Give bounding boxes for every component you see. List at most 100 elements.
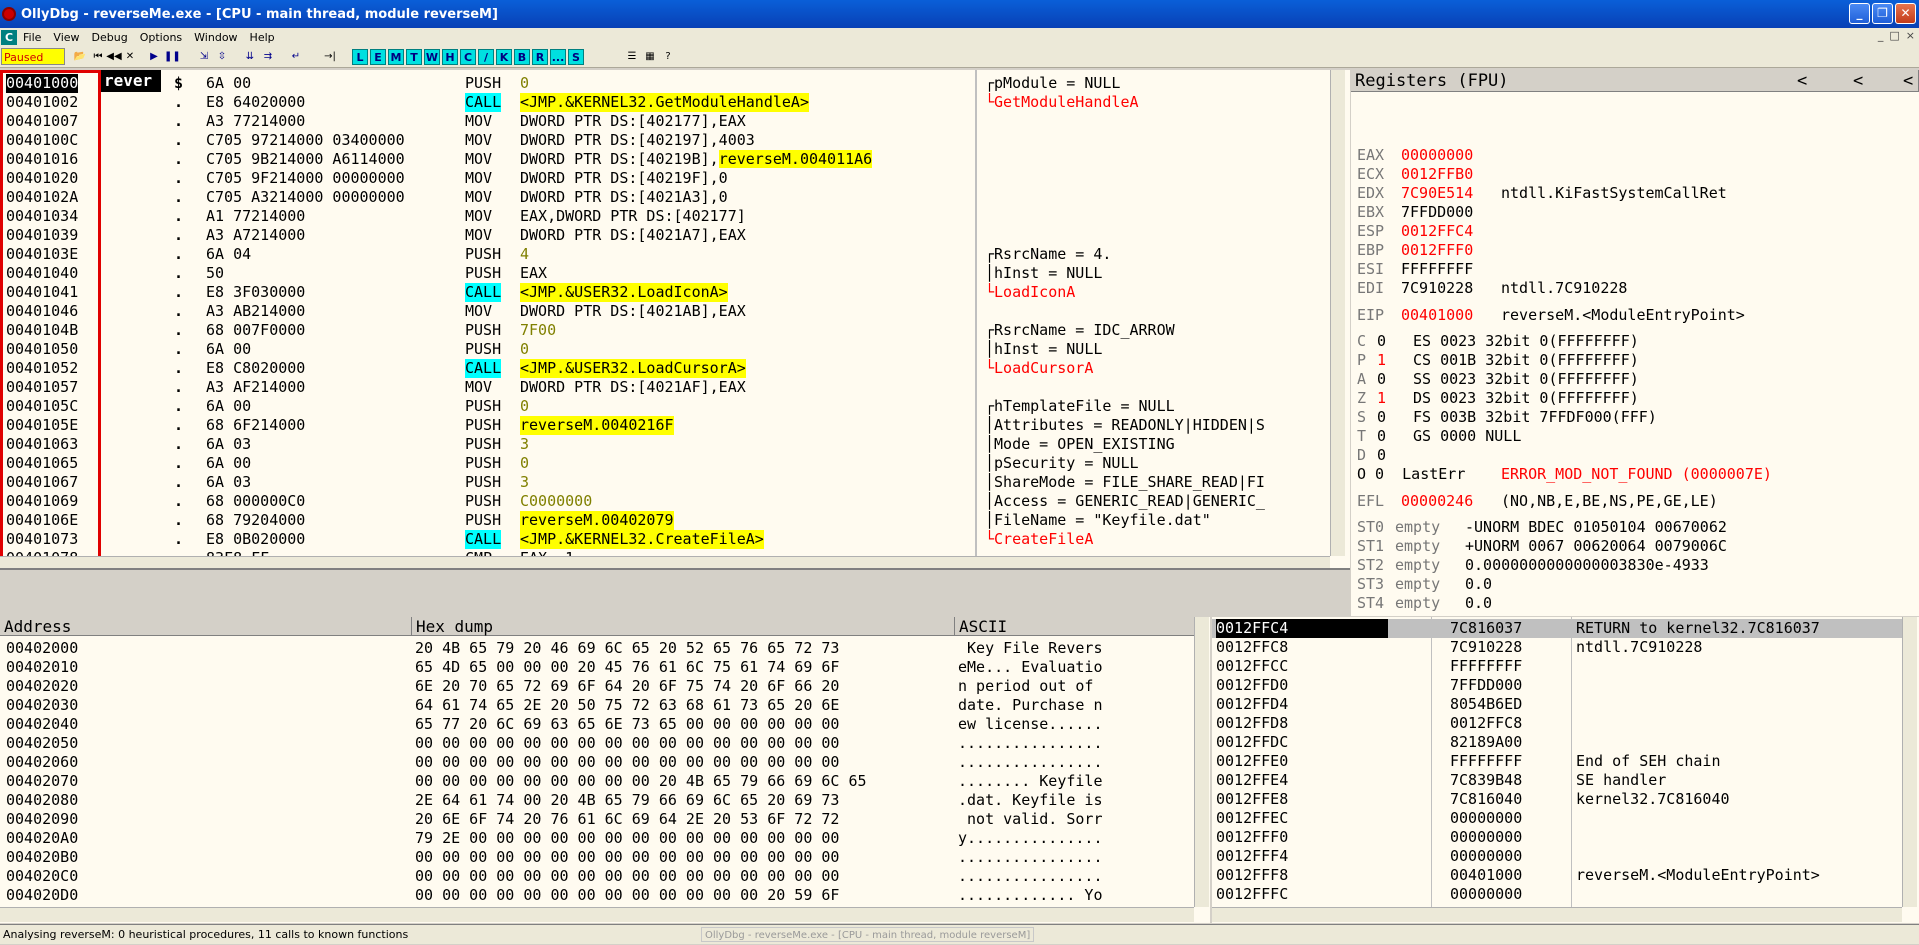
mdi-restore-button[interactable]: □ <box>1889 29 1899 42</box>
modules-window-button[interactable]: E <box>370 49 386 65</box>
dump-row[interactable]: 00402020 6E 20 70 65 72 69 6F 64 20 6F 75… <box>0 677 1194 696</box>
register-value[interactable]: 0012FFC4 <box>1401 222 1473 241</box>
stack-address[interactable]: 0012FFF4 <box>1216 847 1288 866</box>
menu-view[interactable]: View <box>47 31 85 44</box>
list-icon[interactable]: ☰ <box>624 49 640 65</box>
stack-pane[interactable]: 0012FFC4 7C816037 RETURN to kernel32.7C816… <box>1212 617 1919 923</box>
run-trace-window-button[interactable]: ... <box>550 49 566 65</box>
register-value[interactable]: 0012FFB0 <box>1401 165 1473 184</box>
disasm-address[interactable]: 00401052 <box>6 359 78 378</box>
stack-row[interactable]: 0012FFF4 00000000 <box>1212 847 1902 866</box>
trace-into-icon[interactable]: ⇊ <box>242 49 258 65</box>
stack-row[interactable]: 0012FFF0 00000000 <box>1212 828 1902 847</box>
minimize-button[interactable]: _ <box>1849 3 1870 24</box>
patches-window-button[interactable]: / <box>478 49 494 65</box>
breakpoints-window-button[interactable]: B <box>514 49 530 65</box>
disasm-address[interactable]: 0040103E <box>6 245 78 264</box>
cpu-window-icon[interactable]: C <box>1 29 17 45</box>
flag-value[interactable]: 1 <box>1377 351 1386 370</box>
menu-options[interactable]: Options <box>134 31 188 44</box>
disasm-address[interactable]: 0040102A <box>6 188 78 207</box>
call-stack-window-button[interactable]: K <box>496 49 512 65</box>
disasm-address[interactable]: 00401046 <box>6 302 78 321</box>
flag-line[interactable]: S 0 FS 003B 32bit 7FFDF000(FFF) <box>1357 408 1917 427</box>
stack-address[interactable]: 0012FFC4 <box>1216 619 1389 638</box>
dump-row[interactable]: 00402080 2E 64 61 74 00 20 4B 65 79 66 69… <box>0 791 1194 810</box>
stack-address[interactable]: 0012FFD0 <box>1216 676 1288 695</box>
disasm-address[interactable]: 00401069 <box>6 492 78 511</box>
disasm-address[interactable]: 00401039 <box>6 226 78 245</box>
stack-address[interactable]: 0012FFD4 <box>1216 695 1288 714</box>
dump-row[interactable]: 00402050 00 00 00 00 00 00 00 00 00 00 00… <box>0 734 1194 753</box>
flag-value[interactable]: 0 <box>1377 370 1386 389</box>
stack-address[interactable]: 0012FFD8 <box>1216 714 1288 733</box>
fpu-register-line[interactable]: ST1 empty +UNORM 0067 00620064 0079006C <box>1357 537 1917 556</box>
close-program-icon[interactable]: ✕ <box>122 49 138 65</box>
disasm-row[interactable]: 00401057. A3 AF214000 MOV DWORD PTR DS:[402… <box>0 378 970 397</box>
register-line[interactable]: ESP 0012FFC4 <box>1357 222 1917 241</box>
dump-row[interactable]: 004020B0 00 00 00 00 00 00 00 00 00 00 00… <box>0 848 1194 867</box>
disasm-address[interactable]: 00401034 <box>6 207 78 226</box>
menu-window[interactable]: Window <box>188 31 243 44</box>
fpu-value[interactable]: 0.0000000000000003830e-4933 <box>1465 556 1709 575</box>
dump-row[interactable]: 004020D0 00 00 00 00 00 00 00 00 00 00 00… <box>0 886 1194 905</box>
flag-value[interactable]: 0 <box>1377 446 1386 465</box>
stack-address[interactable]: 0012FFF0 <box>1216 828 1288 847</box>
source-window-button[interactable]: S <box>568 49 584 65</box>
disasm-row[interactable]: 00401067. 6A 03 PUSH 3 <box>0 473 970 492</box>
disasm-row[interactable]: 00401069. 68 000000C0 PUSH C0000000 <box>0 492 970 511</box>
menu-debug[interactable]: Debug <box>86 31 134 44</box>
dump-row[interactable]: 004020A0 79 2E 00 00 00 00 00 00 00 00 00… <box>0 829 1194 848</box>
stack-address[interactable]: 0012FFDC <box>1216 733 1288 752</box>
stack-address[interactable]: 0012FFEC <box>1216 809 1288 828</box>
register-value[interactable]: 0012FFF0 <box>1401 241 1473 260</box>
menu-file[interactable]: File <box>17 31 47 44</box>
disasm-row[interactable]: 0040102A. C705 A3214000 00000000 MOV DWORD … <box>0 188 970 207</box>
disasm-address[interactable]: 00401041 <box>6 283 78 302</box>
disasm-address[interactable]: 0040106E <box>6 511 78 530</box>
fpu-value[interactable]: +UNORM 0067 00620064 0079006C <box>1465 537 1727 556</box>
stack-row[interactable]: 0012FFD8 0012FFC8 <box>1212 714 1902 733</box>
disasm-row[interactable]: 00401034. A1 77214000 MOV EAX,DWORD PTR DS:… <box>0 207 970 226</box>
efl-line[interactable]: EFL 00000246 (NO,NB,E,BE,NS,PE,GE,LE) <box>1357 492 1917 511</box>
register-value[interactable]: 00401000 <box>1401 306 1473 325</box>
dump-row[interactable]: 00402070 00 00 00 00 00 00 00 00 00 20 4B… <box>0 772 1194 791</box>
fpu-value[interactable]: -UNORM BDEC 01050104 00670062 <box>1465 518 1727 537</box>
stack-address[interactable]: 0012FFC8 <box>1216 638 1288 657</box>
stack-row[interactable]: 0012FFC8 7C910228 ntdll.7C910228 <box>1212 638 1902 657</box>
register-line[interactable]: EBP 0012FFF0 <box>1357 241 1917 260</box>
pause-icon[interactable]: ❚❚ <box>164 49 181 65</box>
disasm-row[interactable]: 00401007. A3 77214000 MOV DWORD PTR DS:[402… <box>0 112 970 131</box>
grid-icon[interactable]: ▦ <box>642 49 658 65</box>
stack-address[interactable]: 0012FFE0 <box>1216 752 1288 771</box>
references-window-button[interactable]: R <box>532 49 548 65</box>
registers-pane[interactable]: Registers (FPU) < < < EAX 00000000 ECX 0012… <box>1351 70 1919 616</box>
stack-row[interactable]: 0012FFCC FFFFFFFF <box>1212 657 1902 676</box>
help-icon[interactable]: ? <box>660 49 676 65</box>
dump-row[interactable]: 00402040 65 77 20 6C 69 63 65 6E 73 65 00… <box>0 715 1194 734</box>
disasm-row[interactable]: 0040105C. 6A 00 PUSH 0 <box>0 397 970 416</box>
fpu-register-line[interactable]: ST2 empty 0.0000000000000003830e-4933 <box>1357 556 1917 575</box>
trace-over-icon[interactable]: ⇉ <box>260 49 276 65</box>
stack-address[interactable]: 0012FFE8 <box>1216 790 1288 809</box>
disasm-address[interactable]: 0040105E <box>6 416 78 435</box>
disasm-address[interactable]: 00401057 <box>6 378 78 397</box>
dump-row[interactable]: 00402090 20 6E 6F 74 20 76 61 6C 69 64 2E… <box>0 810 1194 829</box>
stack-row[interactable]: 0012FFD4 8054B6ED <box>1212 695 1902 714</box>
dump-address-header[interactable]: Address <box>0 617 412 636</box>
nav-left-icon-1[interactable]: < <box>1797 70 1807 92</box>
fpu-value[interactable]: 0.0 <box>1465 594 1492 613</box>
disasm-row[interactable]: 0040103E. 6A 04 PUSH 4 <box>0 245 970 264</box>
dump-vertical-scrollbar[interactable] <box>1194 617 1209 907</box>
step-into-icon[interactable]: ⇲ <box>196 49 212 65</box>
fpu-register-line[interactable]: ST5 empty 0.0 <box>1357 613 1917 616</box>
flag-line[interactable]: T 0 GS 0000 NULL <box>1357 427 1917 446</box>
dump-hex-header[interactable]: Hex dump <box>412 617 955 636</box>
register-line[interactable]: ESI FFFFFFFF <box>1357 260 1917 279</box>
stack-address[interactable]: 0012FFF8 <box>1216 866 1288 885</box>
rewind-icon[interactable]: ⏮ <box>90 49 106 65</box>
flag-line[interactable]: Z 1 DS 0023 32bit 0(FFFFFFFF) <box>1357 389 1917 408</box>
memory-window-button[interactable]: M <box>388 49 404 65</box>
log-window-button[interactable]: L <box>352 49 368 65</box>
register-value[interactable]: 00000000 <box>1401 146 1473 165</box>
